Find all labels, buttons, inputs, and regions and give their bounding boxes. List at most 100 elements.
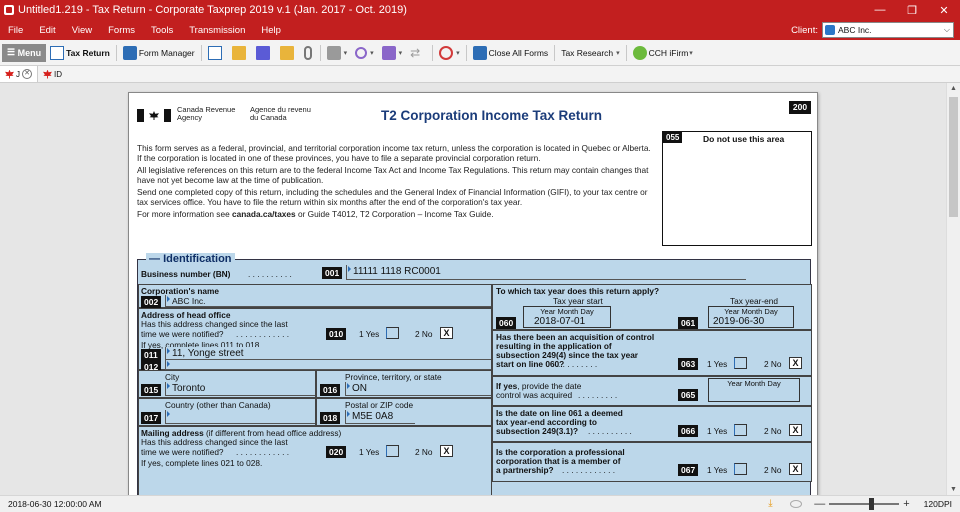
close-window-button[interactable]: ✕: [928, 0, 960, 20]
attach-button[interactable]: [300, 43, 318, 63]
head-changed-q2: time we were notified?: [141, 329, 224, 339]
acq-date-q2: control was acquired: [496, 390, 573, 400]
city-field[interactable]: Toronto: [165, 382, 315, 396]
corporation-name-field[interactable]: ABC Inc.: [165, 295, 491, 307]
new-file-button[interactable]: [204, 43, 228, 63]
mail-changed-yes-checkbox[interactable]: [386, 445, 399, 457]
code-063: 063: [678, 358, 699, 370]
tax-research-button[interactable]: Tax Research ▾: [557, 43, 623, 63]
acq-date-field[interactable]: Year Month Day: [708, 378, 800, 402]
minimize-button[interactable]: —: [864, 0, 896, 20]
tax-year-end-field[interactable]: Year Month Day 2019-06-30: [708, 306, 794, 328]
zoom-slider-knob[interactable]: [869, 498, 875, 510]
menu-forms[interactable]: Forms: [100, 25, 143, 36]
download-icon[interactable]: ⤓: [768, 499, 778, 509]
chevron-down-icon: ▾: [456, 49, 460, 57]
close-tab-icon[interactable]: ✕: [22, 69, 32, 79]
menu-file[interactable]: File: [0, 25, 31, 36]
deemed-dots: . . . . . . . . . .: [588, 426, 632, 436]
tab-j[interactable]: J ✕: [0, 66, 38, 82]
menu-transmission[interactable]: Transmission: [181, 25, 253, 36]
eye-icon[interactable]: [790, 500, 803, 508]
code-060: 060: [496, 317, 517, 329]
tax-year-end-value: 2019-06-30: [713, 316, 765, 327]
tax-year-start-field[interactable]: Year Month Day 2018-07-01: [523, 306, 611, 328]
head-changed-yes-checkbox[interactable]: [386, 327, 399, 339]
tab-id-label: ID: [54, 69, 62, 79]
canada-taxes-link[interactable]: canada.ca/taxes: [232, 209, 296, 219]
open-folder-button[interactable]: [228, 43, 252, 63]
close-all-forms-button[interactable]: Close All Forms: [469, 43, 553, 63]
menu-tools[interactable]: Tools: [143, 25, 181, 36]
client-select[interactable]: ABC Inc. ⌵: [822, 22, 954, 38]
deemed-yes-checkbox[interactable]: [734, 424, 747, 436]
separator: [465, 44, 467, 61]
separator: [625, 44, 627, 61]
ifirm-label: CCH iFirm: [648, 47, 689, 58]
deemed-no-checkbox[interactable]: X: [789, 424, 802, 436]
zoom-in-button[interactable]: +: [903, 498, 909, 510]
form-workspace: Canada Revenue Agency Agence du revenu du …: [0, 83, 946, 495]
head-changed-no-checkbox[interactable]: X: [440, 327, 453, 339]
prof-no-checkbox[interactable]: X: [789, 463, 802, 475]
code-016: 016: [320, 384, 341, 396]
acq-no-checkbox[interactable]: X: [789, 357, 802, 369]
scroll-down-icon[interactable]: ▼: [950, 486, 957, 493]
business-number-field[interactable]: 11111 1118 RC0001: [346, 265, 746, 280]
chevron-down-icon: ▾: [343, 49, 348, 57]
menu-edit[interactable]: Edit: [31, 25, 63, 36]
chevron-down-icon: ⌵: [943, 25, 950, 34]
ifirm-icon: [632, 45, 647, 60]
address-line2-field[interactable]: [165, 360, 491, 370]
yes-label: 1 Yes: [359, 329, 380, 339]
calculate-button[interactable]: ▾: [378, 43, 407, 63]
code-011: 011: [141, 349, 161, 361]
diagnostics-button[interactable]: ▾: [351, 43, 378, 63]
form-manager-button[interactable]: Form Manager: [119, 43, 199, 63]
postal-field[interactable]: M5E 0A8: [345, 410, 415, 424]
code-015: 015: [141, 384, 162, 396]
reserved-text: Do not use this area: [703, 134, 785, 144]
tab-id[interactable]: ID: [38, 66, 67, 82]
head-changed-q1: Has this address changed since the last: [141, 319, 288, 329]
stethoscope-icon: [355, 46, 368, 59]
prof-yes-checkbox[interactable]: [734, 463, 747, 475]
mail-changed-no-checkbox[interactable]: X: [440, 445, 453, 457]
agency-name-fr: Agence du revenu du Canada: [250, 105, 311, 122]
tax-return-button[interactable]: Tax Return: [46, 43, 114, 63]
menu-view[interactable]: View: [64, 25, 100, 36]
folder-close-icon: [279, 45, 294, 60]
vertical-scrollbar[interactable]: ▲ ▼: [946, 83, 960, 495]
zoom-slider[interactable]: [829, 498, 900, 510]
date-format-hint: Year Month Day: [727, 379, 781, 388]
transfer-button[interactable]: ⇄: [406, 43, 430, 63]
hamburger-menu-button[interactable]: ☰ Menu: [2, 43, 47, 62]
intro-paragraph: All legislative references on this retur…: [137, 165, 649, 185]
scroll-up-icon[interactable]: ▲: [950, 85, 957, 92]
acq-q4: start on line 060?: [496, 359, 565, 369]
menu-help[interactable]: Help: [253, 25, 289, 36]
scroll-thumb[interactable]: [949, 97, 958, 217]
acq-date-dots: . . . . . . . . .: [578, 390, 618, 400]
zoom-out-button[interactable]: —: [814, 498, 825, 510]
tax-year-question: To which tax year does this return apply…: [496, 286, 660, 296]
code-065: 065: [678, 389, 699, 401]
cch-ifirm-button[interactable]: CCH iFirm ▾: [629, 43, 697, 63]
no-label: 2 No: [415, 447, 433, 457]
country-field[interactable]: [165, 410, 315, 424]
chevron-down-icon: ▾: [370, 49, 374, 57]
review-button[interactable]: ▾: [435, 43, 464, 63]
app-icon: [4, 5, 14, 15]
close-file-button[interactable]: [276, 43, 300, 63]
separator: [432, 44, 434, 61]
reserved-code: 055: [663, 132, 683, 143]
address-line1-field[interactable]: 11, Yonge street: [165, 347, 491, 360]
code-001: 001: [322, 267, 343, 279]
print-button[interactable]: ▾: [323, 43, 352, 63]
restore-button[interactable]: ❐: [896, 0, 928, 20]
province-field[interactable]: ON: [345, 382, 491, 396]
identification-title: — Identification: [146, 253, 235, 265]
code-066: 066: [678, 425, 699, 437]
acq-yes-checkbox[interactable]: [734, 357, 747, 369]
save-button[interactable]: [252, 43, 276, 63]
